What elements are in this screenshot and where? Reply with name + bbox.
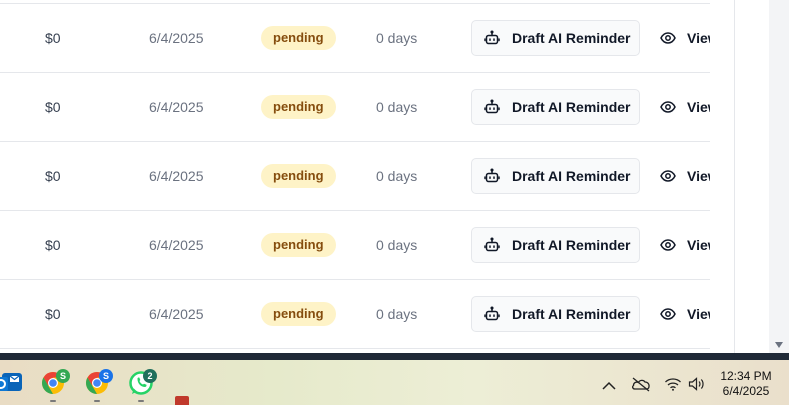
clock-time: 12:34 PM (720, 369, 772, 383)
view-link[interactable]: View (660, 168, 710, 184)
eye-icon (660, 32, 676, 44)
status-badge: pending (261, 95, 336, 119)
days-overdue-cell: 0 days (376, 30, 418, 46)
scroll-down-arrow-icon[interactable] (775, 342, 783, 348)
invoices-table: $0 6/4/2025 pending 0 days Draft AI Remi… (0, 0, 710, 353)
amount-cell: $0 (45, 99, 61, 115)
view-link[interactable]: View (660, 30, 710, 46)
status-badge: pending (261, 26, 336, 50)
days-overdue-cell: 0 days (376, 168, 418, 184)
view-cell: View (660, 280, 710, 348)
draft-ai-reminder-button[interactable]: Draft AI Reminder (471, 296, 640, 332)
onedrive-icon[interactable] (631, 376, 651, 397)
scrollbar[interactable] (769, 0, 789, 353)
clock-date: 6/4/2025 (722, 384, 770, 398)
draft-ai-reminder-button[interactable]: Draft AI Reminder (471, 227, 640, 263)
draft-ai-reminder-button[interactable]: Draft AI Reminder (471, 158, 640, 194)
status-cell: pending (261, 73, 336, 141)
status-cell: pending (261, 142, 336, 210)
view-link[interactable]: View (660, 99, 710, 115)
draft-ai-reminder-label: Draft AI Reminder (512, 306, 631, 322)
view-label: View (687, 306, 710, 322)
status-cell: pending (261, 280, 336, 348)
robot-icon (484, 99, 500, 114)
content-gutter (710, 0, 734, 353)
view-cell: View (660, 142, 710, 210)
view-cell: View (660, 4, 710, 72)
draft-ai-reminder-label: Draft AI Reminder (512, 30, 631, 46)
amount-cell: $0 (45, 237, 61, 253)
system-clock[interactable]: 12:34 PM 6/4/2025 (714, 369, 778, 399)
speaker-icon[interactable] (688, 377, 706, 396)
action-cell: Draft AI Reminder (471, 280, 640, 348)
amount-cell: $0 (45, 30, 61, 46)
robot-icon (484, 168, 500, 183)
days-overdue-cell: 0 days (376, 99, 418, 115)
chevron-up-icon[interactable] (602, 378, 616, 396)
status-badge: pending (261, 233, 336, 257)
running-indicator (50, 400, 56, 402)
panel-divider (734, 0, 735, 353)
robot-icon (484, 237, 500, 252)
draft-ai-reminder-label: Draft AI Reminder (512, 237, 631, 253)
running-indicator (94, 400, 100, 402)
table-row: $0 6/4/2025 pending 0 days Draft AI Remi… (0, 142, 710, 211)
days-overdue-cell: 0 days (376, 237, 418, 253)
view-link[interactable]: View (660, 306, 710, 322)
date-cell: 6/4/2025 (149, 30, 204, 46)
eye-icon (660, 239, 676, 251)
date-cell: 6/4/2025 (149, 168, 204, 184)
view-cell: View (660, 73, 710, 141)
view-link[interactable]: View (660, 237, 710, 253)
view-cell: View (660, 211, 710, 279)
view-label: View (687, 30, 710, 46)
robot-icon (484, 30, 500, 45)
action-cell: Draft AI Reminder (471, 211, 640, 279)
amount-cell: $0 (45, 168, 61, 184)
outlook-icon[interactable] (0, 369, 22, 397)
action-cell: Draft AI Reminder (471, 73, 640, 141)
wifi-icon[interactable] (664, 377, 682, 396)
status-cell: pending (261, 4, 336, 72)
action-cell: Draft AI Reminder (471, 4, 640, 72)
view-label: View (687, 99, 710, 115)
days-overdue-cell: 0 days (376, 306, 418, 322)
window-bottom-edge (0, 353, 789, 360)
status-badge: pending (261, 164, 336, 188)
profile-badge: S (99, 369, 113, 383)
table-row: $0 6/4/2025 pending 0 days Draft AI Remi… (0, 211, 710, 280)
view-label: View (687, 237, 710, 253)
view-label: View (687, 168, 710, 184)
action-cell: Draft AI Reminder (471, 142, 640, 210)
table-row: $0 6/4/2025 pending 0 days Draft AI Remi… (0, 280, 710, 349)
draft-ai-reminder-button[interactable]: Draft AI Reminder (471, 89, 640, 125)
draft-ai-reminder-button[interactable]: Draft AI Reminder (471, 20, 640, 56)
draft-ai-reminder-label: Draft AI Reminder (512, 168, 631, 184)
status-badge: pending (261, 302, 336, 326)
eye-icon (660, 170, 676, 182)
taskbar: S S 2 12:34 PM 6/4/2025 (0, 360, 789, 405)
notification-badge: 2 (143, 369, 157, 383)
date-cell: 6/4/2025 (149, 306, 204, 322)
table-row: $0 6/4/2025 pending 0 days Draft AI Remi… (0, 4, 710, 73)
table-row: $0 6/4/2025 pending 0 days Draft AI Remi… (0, 73, 710, 142)
profile-badge: S (56, 369, 70, 383)
status-cell: pending (261, 211, 336, 279)
eye-icon (660, 308, 676, 320)
main-viewport: $0 6/4/2025 pending 0 days Draft AI Remi… (0, 0, 789, 353)
eye-icon (660, 101, 676, 113)
amount-cell: $0 (45, 306, 61, 322)
running-indicator (138, 400, 144, 402)
date-cell: 6/4/2025 (149, 237, 204, 253)
calendar-icon[interactable] (175, 396, 189, 405)
robot-icon (484, 306, 500, 321)
draft-ai-reminder-label: Draft AI Reminder (512, 99, 631, 115)
date-cell: 6/4/2025 (149, 99, 204, 115)
